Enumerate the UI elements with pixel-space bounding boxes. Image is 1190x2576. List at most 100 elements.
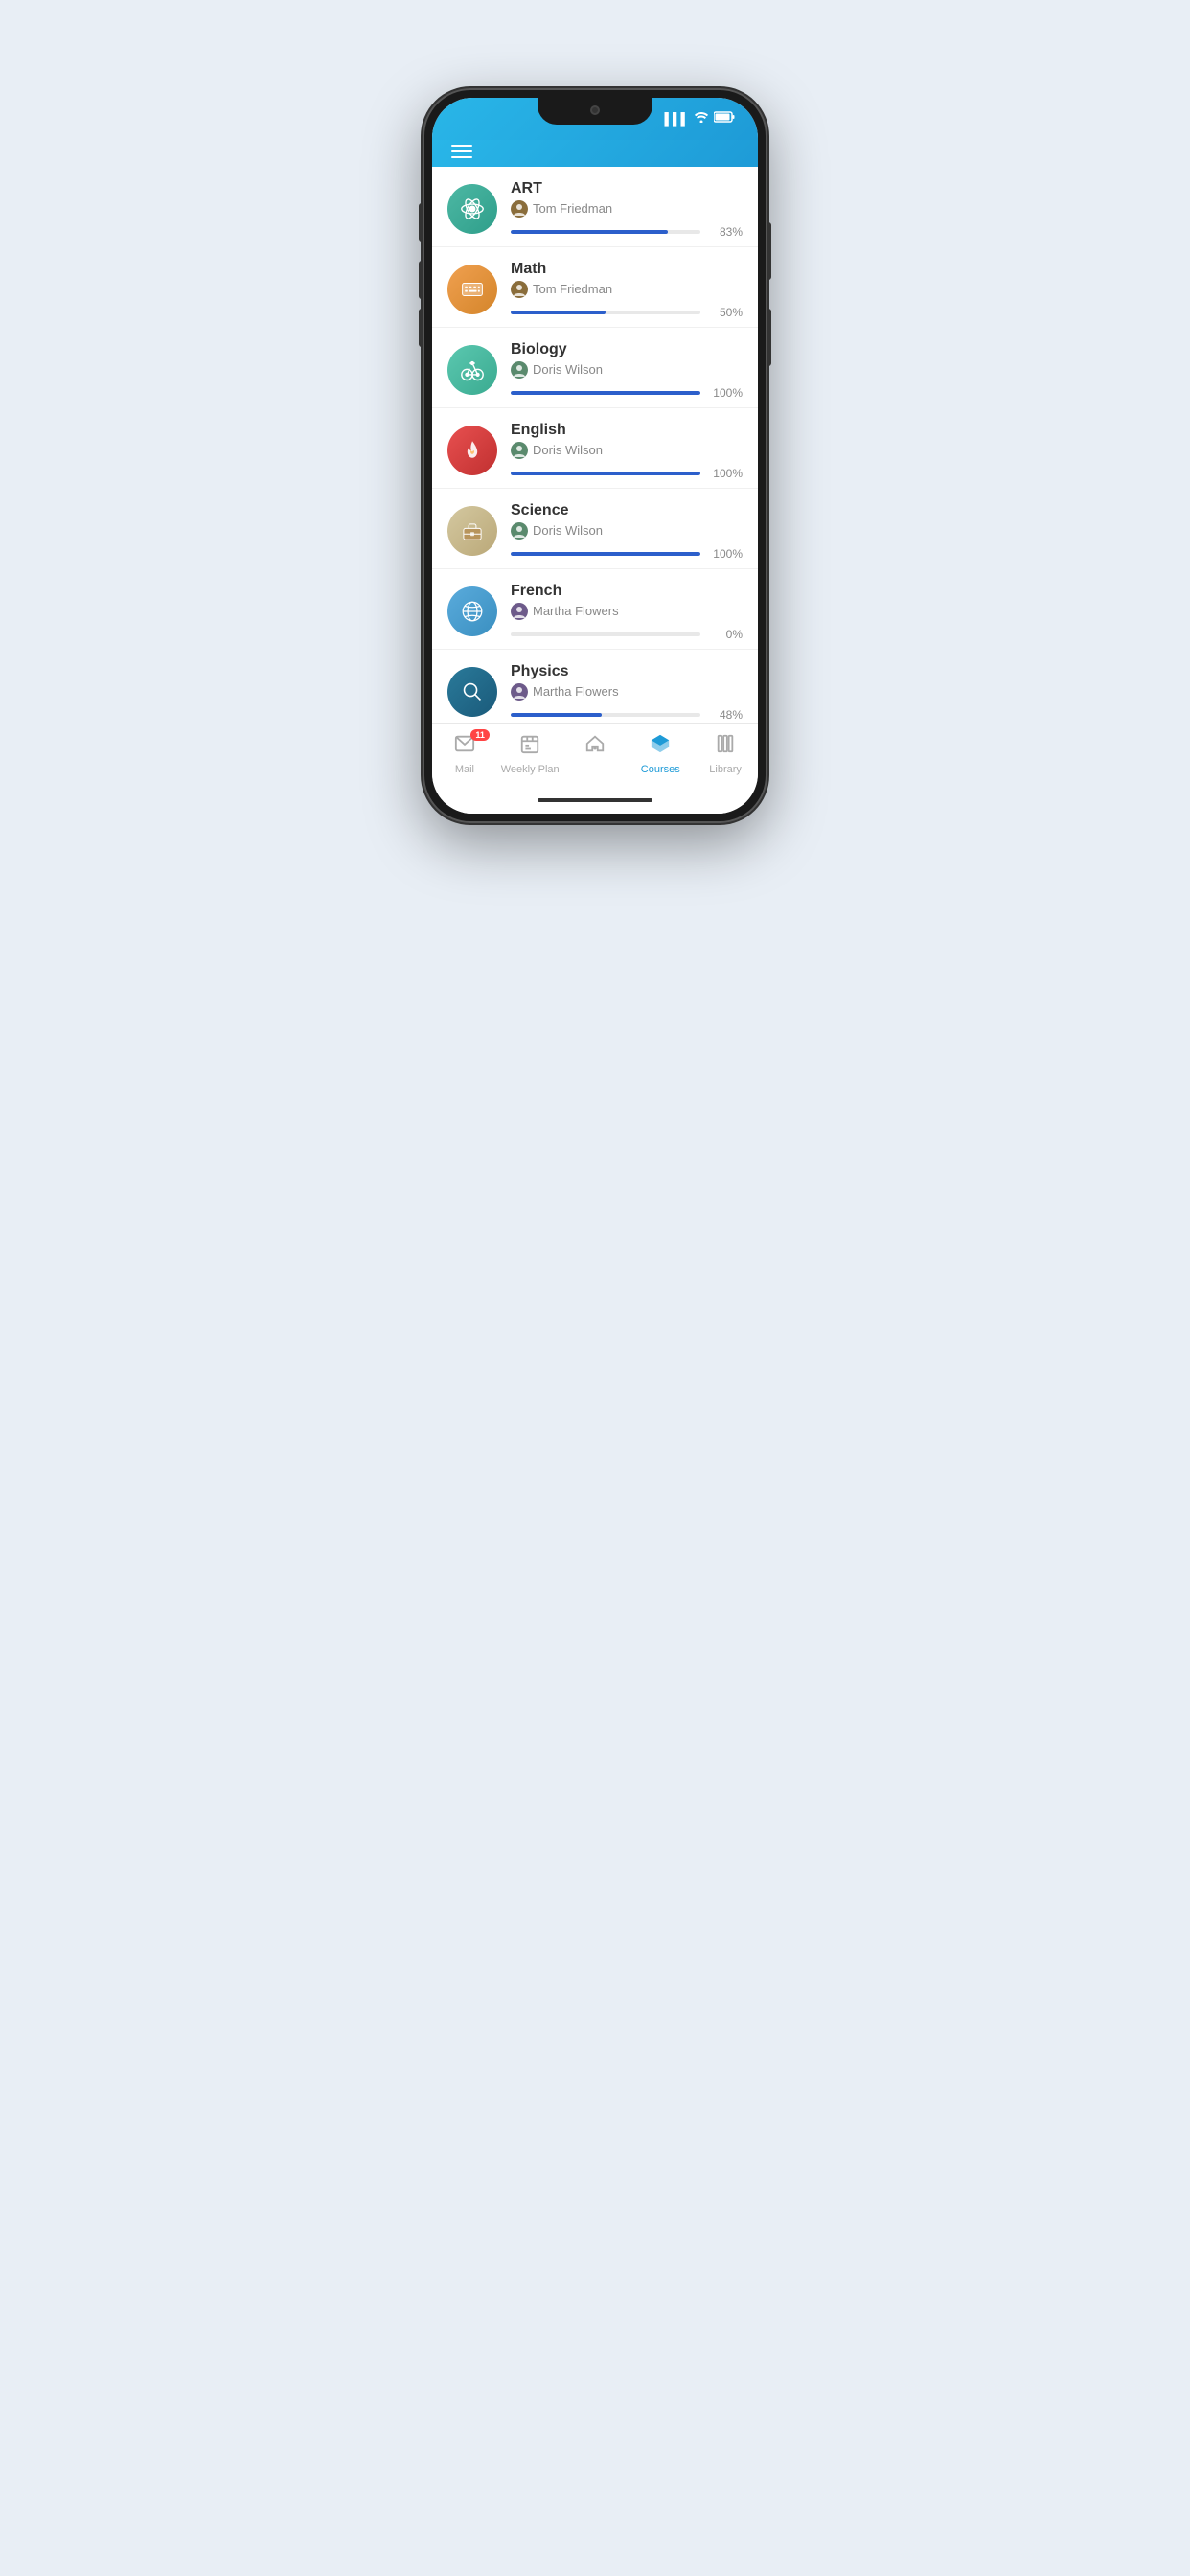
course-name: Math bbox=[511, 261, 743, 278]
progress-bar-fill bbox=[511, 230, 668, 234]
course-name: French bbox=[511, 583, 743, 600]
teacher-avatar bbox=[511, 522, 528, 540]
wifi-icon bbox=[694, 111, 709, 126]
battery-icon bbox=[714, 111, 735, 126]
tab-label: Courses bbox=[641, 764, 680, 775]
tab-label: Library bbox=[709, 764, 742, 775]
course-icon bbox=[447, 345, 497, 395]
progress-bar-bg bbox=[511, 230, 700, 234]
tab-Library[interactable]: Library bbox=[697, 733, 754, 775]
course-icon bbox=[447, 426, 497, 475]
teacher-name: Doris Wilson bbox=[533, 362, 603, 377]
tab-badge: 11 bbox=[470, 729, 490, 741]
notch bbox=[538, 98, 652, 125]
teacher-row: Doris Wilson bbox=[511, 361, 743, 379]
course-info: Physics Martha Flowers 48% bbox=[511, 663, 743, 722]
progress-row: 83% bbox=[511, 225, 743, 239]
teacher-name: Martha Flowers bbox=[533, 604, 619, 618]
course-name: English bbox=[511, 422, 743, 439]
course-icon bbox=[447, 264, 497, 314]
progress-percentage: 48% bbox=[708, 708, 743, 722]
progress-row: 48% bbox=[511, 708, 743, 722]
progress-bar-fill bbox=[511, 391, 700, 395]
course-item[interactable]: Science Doris Wilson 100% bbox=[432, 489, 758, 569]
home-indicator bbox=[432, 791, 758, 814]
teacher-avatar bbox=[511, 200, 528, 218]
progress-bar-bg bbox=[511, 713, 700, 717]
course-name: Biology bbox=[511, 341, 743, 358]
progress-percentage: 50% bbox=[708, 306, 743, 319]
progress-bar-fill bbox=[511, 552, 700, 556]
course-info: French Martha Flowers 0% bbox=[511, 583, 743, 641]
teacher-name: Doris Wilson bbox=[533, 443, 603, 457]
course-icon bbox=[447, 184, 497, 234]
teacher-name: Tom Friedman bbox=[533, 201, 612, 216]
teacher-row: Doris Wilson bbox=[511, 442, 743, 459]
course-info: English Doris Wilson 100% bbox=[511, 422, 743, 480]
course-item[interactable]: Math Tom Friedman 50% bbox=[432, 247, 758, 328]
tab-bar: 11 Mail Weekly Plan Courses bbox=[432, 723, 758, 791]
teacher-row: Tom Friedman bbox=[511, 281, 743, 298]
course-icon bbox=[447, 506, 497, 556]
progress-percentage: 100% bbox=[708, 386, 743, 400]
progress-percentage: 83% bbox=[708, 225, 743, 239]
tab-label: Weekly Plan bbox=[501, 764, 560, 775]
teacher-row: Martha Flowers bbox=[511, 683, 743, 701]
tab-icon bbox=[584, 733, 606, 760]
signal-icon: ▌▌▌ bbox=[664, 112, 689, 126]
home-bar bbox=[538, 798, 652, 802]
tab-icon bbox=[519, 733, 540, 760]
course-info: ART Tom Friedman 83% bbox=[511, 180, 743, 239]
course-info: Science Doris Wilson 100% bbox=[511, 502, 743, 561]
course-list: ART Tom Friedman 83% bbox=[432, 167, 758, 723]
progress-bar-fill bbox=[511, 713, 602, 717]
course-info: Math Tom Friedman 50% bbox=[511, 261, 743, 319]
progress-percentage: 0% bbox=[708, 628, 743, 641]
progress-row: 100% bbox=[511, 467, 743, 480]
teacher-avatar bbox=[511, 442, 528, 459]
progress-bar-bg bbox=[511, 472, 700, 475]
status-bar: ▌▌▌ bbox=[432, 98, 758, 140]
progress-bar-fill bbox=[511, 472, 700, 475]
teacher-avatar bbox=[511, 603, 528, 620]
course-item[interactable]: ART Tom Friedman 83% bbox=[432, 167, 758, 247]
course-name: ART bbox=[511, 180, 743, 197]
course-item[interactable]: French Martha Flowers 0% bbox=[432, 569, 758, 650]
course-name: Science bbox=[511, 502, 743, 519]
tab-icon bbox=[650, 733, 671, 760]
teacher-row: Tom Friedman bbox=[511, 200, 743, 218]
tab-icon bbox=[715, 733, 736, 760]
progress-percentage: 100% bbox=[708, 547, 743, 561]
course-item[interactable]: Physics Martha Flowers 48% bbox=[432, 650, 758, 723]
progress-bar-bg bbox=[511, 310, 700, 314]
progress-bar-fill bbox=[511, 310, 606, 314]
progress-row: 100% bbox=[511, 547, 743, 561]
teacher-row: Doris Wilson bbox=[511, 522, 743, 540]
progress-row: 0% bbox=[511, 628, 743, 641]
tab-Courses[interactable]: Courses bbox=[631, 733, 689, 775]
app-header bbox=[432, 140, 758, 167]
progress-row: 50% bbox=[511, 306, 743, 319]
course-icon bbox=[447, 586, 497, 636]
status-icons: ▌▌▌ bbox=[664, 111, 735, 126]
teacher-name: Tom Friedman bbox=[533, 282, 612, 296]
menu-button[interactable] bbox=[451, 145, 472, 158]
teacher-avatar bbox=[511, 683, 528, 701]
tab-Mail[interactable]: 11 Mail bbox=[436, 733, 493, 775]
teacher-name: Doris Wilson bbox=[533, 523, 603, 538]
phone-frame: ▌▌▌ bbox=[423, 88, 767, 823]
notch-camera bbox=[590, 105, 600, 115]
course-item[interactable]: Biology Doris Wilson 100% bbox=[432, 328, 758, 408]
course-item[interactable]: English Doris Wilson 100% bbox=[432, 408, 758, 489]
progress-bar-bg bbox=[511, 552, 700, 556]
teacher-avatar bbox=[511, 281, 528, 298]
phone-screen: ▌▌▌ bbox=[432, 98, 758, 814]
teacher-name: Martha Flowers bbox=[533, 684, 619, 699]
teacher-avatar bbox=[511, 361, 528, 379]
course-name: Physics bbox=[511, 663, 743, 680]
tab-Weekly Plan[interactable]: Weekly Plan bbox=[501, 733, 560, 775]
progress-row: 100% bbox=[511, 386, 743, 400]
progress-percentage: 100% bbox=[708, 467, 743, 480]
course-info: Biology Doris Wilson 100% bbox=[511, 341, 743, 400]
tab-home[interactable] bbox=[566, 733, 624, 775]
